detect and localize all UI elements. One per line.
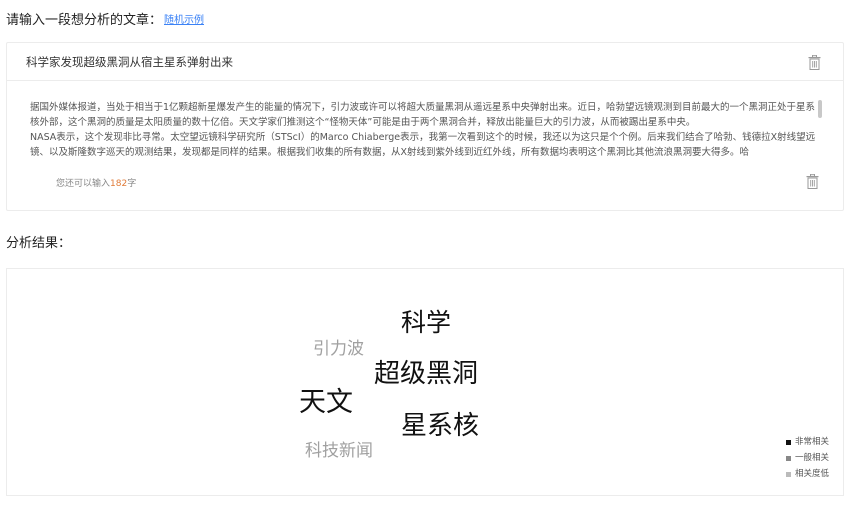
keyword-galactic-nucleus: 星系核 [401, 411, 480, 441]
word-cloud-card: 科学 引力波 超级黑洞 天文 星系核 科技新闻 非常相关 一般相关 相关度低 [6, 268, 844, 496]
title-input[interactable] [7, 43, 843, 81]
clear-article-trash-icon[interactable] [806, 174, 819, 189]
legend-label: 非常相关 [795, 437, 830, 447]
keyword-gravitational-wave: 引力波 [313, 339, 364, 359]
legend-swatch [786, 455, 791, 461]
legend-item: 相关度低 [786, 466, 829, 482]
keyword-science: 科学 [401, 308, 452, 337]
char-counter: 您还可以输入182字 [56, 176, 136, 189]
relevance-legend: 非常相关 一般相关 相关度低 [786, 434, 829, 482]
counter-suffix: 字 [127, 179, 137, 189]
keyword-astronomy: 天文 [299, 387, 353, 418]
textarea-scrollbar[interactable] [818, 100, 822, 118]
prompt-label: 请输入一段想分析的文章： [6, 13, 163, 28]
legend-item: 非常相关 [786, 434, 829, 450]
counter-value: 182 [110, 179, 128, 189]
article-textarea[interactable]: 据国外媒体报道，当处于相当于1亿颗超新星爆发产生的能量的情况下，引力波或许可以将… [30, 100, 820, 175]
keyword-tech-news: 科技新闻 [305, 441, 373, 461]
results-label: 分析结果： [6, 236, 72, 251]
random-example-link[interactable]: 随机示例 [164, 11, 204, 26]
legend-label: 相关度低 [795, 469, 830, 479]
legend-swatch [786, 439, 791, 445]
legend-item: 一般相关 [786, 450, 829, 466]
article-input-card: 据国外媒体报道，当处于相当于1亿颗超新星爆发产生的能量的情况下，引力波或许可以将… [6, 42, 844, 211]
trash-icon[interactable] [808, 55, 821, 70]
keyword-supermassive-black-hole: 超级黑洞 [374, 359, 479, 389]
counter-prefix: 您还可以输入 [56, 179, 111, 189]
legend-swatch [786, 471, 791, 477]
legend-label: 一般相关 [795, 453, 830, 463]
